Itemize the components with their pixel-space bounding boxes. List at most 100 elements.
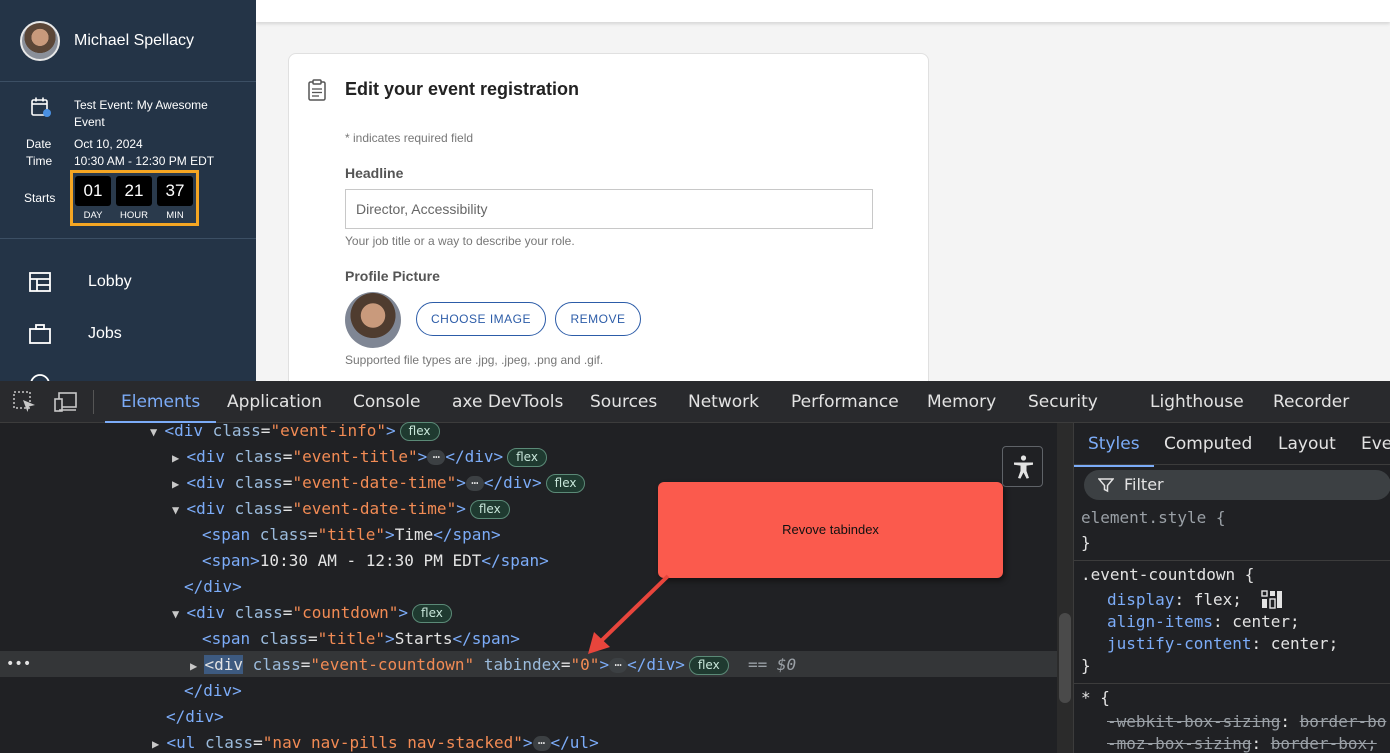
dom-token: <div — [186, 603, 235, 622]
nav-item-partial[interactable] — [0, 366, 256, 381]
profile-row[interactable]: Michael Spellacy — [0, 0, 256, 82]
element-style-selector[interactable]: element.style { — [1081, 508, 1226, 527]
expand-triangle-icon[interactable]: ▶ — [190, 659, 204, 673]
dom-token: > — [385, 629, 395, 648]
dom-token: > — [398, 603, 409, 622]
tab-network[interactable]: Network — [688, 381, 759, 423]
scroll-thumb[interactable] — [1059, 613, 1071, 703]
nav-item-jobs[interactable]: Jobs — [0, 314, 256, 354]
expand-ellipsis-button[interactable]: … — [532, 734, 551, 751]
flexbox-editor-icon[interactable] — [1261, 590, 1283, 610]
tab-performance[interactable]: Performance — [791, 381, 899, 423]
dom-token: <div — [186, 499, 235, 518]
event-countdown-selector[interactable]: .event-countdown { — [1081, 565, 1254, 584]
nav-item-lobby[interactable]: Lobby — [0, 262, 256, 302]
flex-badge[interactable]: flex — [545, 474, 586, 493]
dom-node-line[interactable]: </div> — [184, 678, 242, 704]
flex-badge[interactable]: flex — [507, 448, 547, 467]
universal-selector[interactable]: * { — [1081, 688, 1110, 707]
expand-ellipsis-button[interactable]: … — [609, 656, 628, 673]
date-label: Date — [26, 137, 52, 151]
expand-ellipsis-button[interactable]: … — [427, 448, 446, 465]
flex-badge[interactable]: flex — [399, 422, 440, 441]
avatar — [20, 20, 60, 61]
screenshot-root: Michael Spellacy Test Event: My Awesome … — [0, 0, 1390, 753]
time-label: Time — [26, 154, 53, 168]
tab-memory[interactable]: Memory — [927, 381, 996, 423]
tab-lighthouse[interactable]: Lighthouse — [1150, 381, 1244, 423]
event-info: Test Event: My Awesome Event Date Oct 10… — [0, 82, 256, 239]
file-types-help: Supported file types are .jpg, .jpeg, .p… — [345, 353, 604, 367]
dom-token: <ul — [166, 733, 205, 752]
dom-token: <div — [186, 447, 235, 466]
event-countdown[interactable]: 01 DAY 21 HOUR 37 MIN — [70, 170, 199, 226]
tab-event-listeners[interactable]: Eve — [1361, 423, 1390, 465]
css-decl-display[interactable]: display: flex; — [1107, 590, 1242, 609]
tab-application[interactable]: Application — [227, 381, 322, 423]
devtools-tabbar: Elements Application Console axe DevTool… — [0, 381, 1390, 423]
dom-node-line[interactable]: ▼ <div class="event-date-time"> flex — [172, 496, 510, 522]
choose-image-button[interactable]: CHOOSE IMAGE — [416, 302, 546, 336]
dom-node-line[interactable]: </div> — [184, 574, 242, 600]
dom-node-line[interactable]: <span>10:30 AM - 12:30 PM EDT</span> — [202, 548, 549, 574]
tab-console[interactable]: Console — [353, 381, 421, 423]
dom-node-line[interactable]: ▼ <div class="countdown"> flex — [172, 600, 452, 626]
css-decl-webkit-box-sizing[interactable]: -webkit-box-sizing: border-bo — [1107, 712, 1386, 731]
headline-input[interactable] — [345, 189, 873, 229]
rule-divider — [1074, 560, 1390, 561]
dom-token: = — [282, 473, 293, 492]
flex-badge[interactable]: flex — [688, 656, 729, 675]
dom-node-line[interactable]: ▶ <div class="event-title">… </div> flex — [172, 444, 547, 470]
tab-axe-devtools[interactable]: axe DevTools — [452, 381, 563, 423]
dom-token: > — [386, 421, 396, 440]
dom-node-line[interactable]: <span class="title">Starts</span> — [202, 626, 520, 652]
node-menu-dots[interactable]: ••• — [6, 651, 31, 677]
tab-sources[interactable]: Sources — [590, 381, 657, 423]
tab-layout[interactable]: Layout — [1278, 423, 1336, 465]
collapse-triangle-icon[interactable]: ▼ — [172, 503, 186, 517]
tab-elements[interactable]: Elements — [105, 381, 217, 423]
device-toolbar-icon[interactable] — [54, 391, 78, 413]
top-header-bar — [256, 0, 1390, 22]
dom-node-line[interactable]: </div> — [166, 704, 224, 730]
css-decl-justify-content[interactable]: justify-content: center; — [1107, 634, 1338, 653]
tab-security[interactable]: Security — [1028, 381, 1098, 423]
dom-node-line[interactable]: <span class="title">Time</span> — [202, 522, 501, 548]
dom-node-line[interactable]: ▶ <div class="event-date-time">… </div> fl… — [172, 470, 586, 496]
remove-button[interactable]: REMOVE — [555, 302, 641, 336]
dom-token: "event-title" — [292, 447, 418, 466]
starts-label: Starts — [24, 191, 56, 205]
dom-node-line[interactable]: ▼ <div class="event-info"> flex — [150, 418, 440, 444]
calendar-icon — [31, 97, 51, 117]
expand-triangle-icon[interactable]: ▶ — [172, 477, 186, 491]
countdown-number: 37 — [157, 176, 193, 206]
dom-token: </div> — [483, 473, 542, 492]
flex-badge[interactable]: flex — [469, 500, 510, 519]
collapse-triangle-icon[interactable]: ▼ — [150, 425, 164, 439]
tab-computed[interactable]: Computed — [1164, 423, 1252, 465]
expand-ellipsis-button[interactable]: … — [465, 474, 484, 491]
collapse-triangle-icon[interactable]: ▼ — [172, 607, 186, 621]
dom-token: > — [417, 447, 428, 466]
tab-recorder[interactable]: Recorder — [1273, 381, 1349, 423]
dom-token: Time — [394, 525, 434, 544]
dom-node-line[interactable]: ▶ <ul class="nav nav-pills nav-stacked">… — [152, 730, 599, 753]
accessibility-tree-button[interactable] — [1002, 446, 1043, 487]
briefcase-icon — [29, 324, 51, 344]
styles-filter[interactable]: Filter — [1084, 470, 1390, 500]
dom-token: = — [560, 655, 571, 674]
dom-token: class — [234, 499, 283, 518]
countdown-day: 01 DAY — [75, 176, 111, 223]
tab-styles[interactable]: Styles — [1074, 423, 1154, 467]
dom-node-line[interactable]: ▶ <div class="event-countdown" tabindex=… — [190, 652, 796, 678]
expand-triangle-icon[interactable]: ▶ — [172, 451, 186, 465]
inspect-element-icon[interactable] — [13, 391, 37, 413]
dom-token: > — [385, 525, 395, 544]
dom-token: class — [212, 421, 261, 440]
elements-scrollbar[interactable] — [1057, 423, 1073, 753]
flex-badge[interactable]: flex — [412, 604, 452, 623]
event-title: Test Event: My Awesome Event — [74, 98, 208, 129]
css-decl-moz-box-sizing[interactable]: -moz-box-sizing: border-box; — [1107, 734, 1377, 753]
expand-triangle-icon[interactable]: ▶ — [152, 737, 166, 751]
css-decl-align-items[interactable]: align-items: center; — [1107, 612, 1300, 631]
